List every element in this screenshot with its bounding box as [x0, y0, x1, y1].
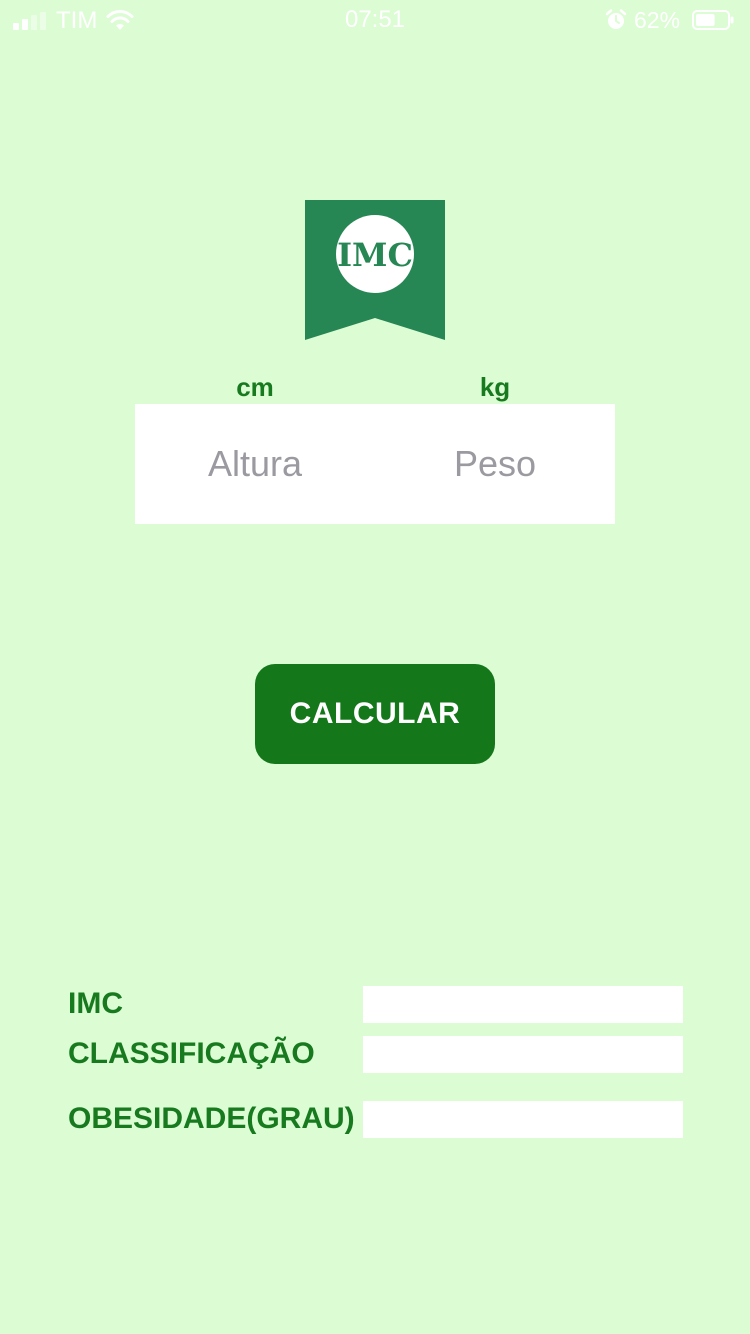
battery-percent: 62% — [634, 7, 681, 33]
obesity-value-field — [363, 1101, 683, 1138]
calculate-button[interactable]: CALCULAR — [255, 664, 495, 764]
imc-logo: IMC — [305, 200, 445, 340]
measurement-input-panel — [135, 404, 615, 524]
weight-unit-label: kg — [479, 372, 511, 402]
imc-value-field — [363, 986, 683, 1023]
height-unit-label: cm — [236, 372, 274, 402]
imc-label: IMC — [68, 987, 123, 1020]
classification-label: CLASSIFICAÇÃO — [68, 1037, 315, 1070]
weight-input[interactable] — [375, 404, 615, 524]
height-input[interactable] — [135, 404, 375, 524]
logo-text: IMC — [337, 236, 413, 274]
obesity-label: OBESIDADE(GRAU) — [68, 1102, 355, 1135]
battery-icon — [692, 10, 734, 30]
status-bar: TIM 07:51 62% — [0, 0, 750, 40]
classification-value-field — [363, 1036, 683, 1073]
alarm-icon — [605, 9, 627, 29]
